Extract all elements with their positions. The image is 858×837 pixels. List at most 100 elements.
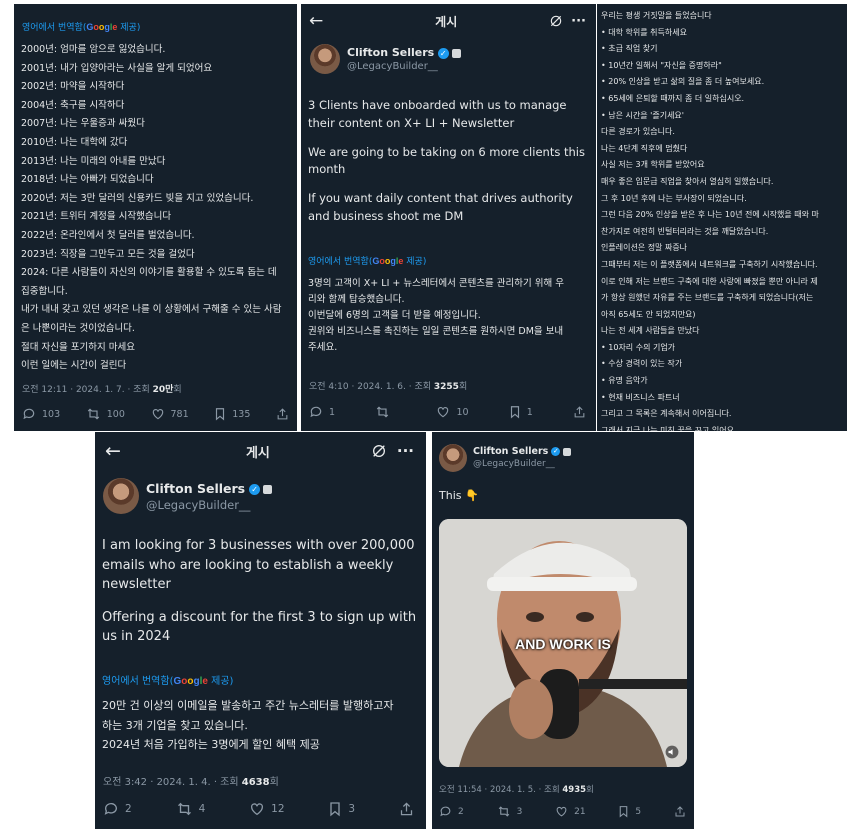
text-line: • 수상 경력이 있는 작가 <box>601 359 683 369</box>
repost-button[interactable] <box>375 405 396 419</box>
text-line: 집중합니다. <box>21 285 68 297</box>
tweet-body: 3 Clients have onboarded with us to mana… <box>308 97 585 226</box>
tweet-actions: 2 3 21 5 <box>439 805 686 818</box>
share-button[interactable] <box>674 805 686 818</box>
author-name[interactable]: Clifton Sellers ✓ <box>473 446 572 457</box>
text-line: • 10자리 수의 기업가 <box>601 342 676 352</box>
text-line: 우리는 평생 거짓말을 들었습니다 <box>601 11 712 20</box>
google-logo: Google <box>372 256 404 266</box>
tweet-panel-newsletter: ← 게시 ··· Clifton Sellers ✓ @LegacyBuilde… <box>95 432 426 829</box>
text-line: 아직 65세도 안 되었지만요) <box>601 309 696 319</box>
text-line: 3명의 고객이 X+ LI + 뉴스레터에서 콘텐츠를 관리하기 위해 우 <box>308 278 565 289</box>
share-button[interactable] <box>399 801 414 817</box>
text-line <box>308 179 585 191</box>
avatar[interactable] <box>310 44 340 74</box>
author-name[interactable]: Clifton Sellers ✓ <box>146 481 273 496</box>
avatar[interactable] <box>439 444 467 472</box>
verified-badge-icon: ✓ <box>551 447 561 456</box>
tweet-meta: 오전 12:11 · 2024. 1. 7. · 조회 20만회 <box>22 385 182 395</box>
share-icon <box>574 406 585 418</box>
bookmark-button[interactable]: 1 <box>509 405 533 419</box>
bookmark-icon <box>620 806 628 818</box>
repost-icon <box>377 406 389 418</box>
share-icon <box>277 408 288 420</box>
text-line: 2007년: 나는 우울증과 싸웠다 <box>21 118 145 130</box>
tweet-actions: 2 4 12 3 <box>103 801 414 817</box>
text-line <box>308 132 585 144</box>
text-line: 그런 다음 20% 인상을 받은 후 나는 10년 전에 시작했을 때와 마 <box>601 210 819 220</box>
text-line: 2013년: 나는 미래의 아내를 만났다 <box>21 155 166 167</box>
text-line: 그리고 그 목록은 계속해서 이어집니다. <box>601 409 732 419</box>
text-line: and business shoot me DM <box>308 208 464 223</box>
bookmark-icon <box>330 802 341 817</box>
text-line: 리와 함께 탑승했습니다. <box>308 294 405 305</box>
reply-icon <box>23 408 35 420</box>
heart-icon <box>251 803 264 816</box>
share-button[interactable] <box>276 407 289 421</box>
affiliate-badge-icon <box>263 485 273 494</box>
text-line: If you want daily content that drives au… <box>308 191 573 206</box>
text-line: 2018년: 나는 아빠가 되었습니다 <box>21 174 154 186</box>
repost-button[interactable]: 3 <box>497 805 522 818</box>
text-line: month <box>308 162 346 177</box>
author-handle[interactable]: @LegacyBuilder__ <box>347 61 438 72</box>
text-line: 나는 4단계 직후에 멈췄다 <box>601 143 688 153</box>
reply-icon <box>310 406 322 418</box>
reply-button[interactable]: 2 <box>103 801 132 817</box>
reply-button[interactable]: 103 <box>22 407 60 421</box>
text-line: • 65세에 은퇴할 때까지 좀 더 일하십시오. <box>601 93 745 103</box>
bookmark-button[interactable]: 5 <box>618 805 641 818</box>
text-line: 그래서 지금 나는 미친 꿈을 꾸고 있어요 <box>601 425 735 431</box>
avatar[interactable] <box>103 478 139 514</box>
text-line: 내가 내내 갖고 있던 생각은 나를 이 상황에서 구해줄 수 있는 사람 <box>21 304 282 316</box>
author-name[interactable]: Clifton Sellers ✓ <box>347 46 461 59</box>
reply-button[interactable]: 2 <box>439 805 464 818</box>
video-player[interactable]: AND WORK IS <box>439 519 687 767</box>
tweet-actions: 1 10 1 <box>309 405 586 419</box>
text-line: their content on X+ LI + Newsletter <box>308 115 515 130</box>
more-icon[interactable]: ··· <box>397 442 414 460</box>
author-handle[interactable]: @LegacyBuilder__ <box>473 459 555 469</box>
volume-icon[interactable] <box>665 745 679 759</box>
repost-button[interactable]: 4 <box>176 801 205 817</box>
text-line: • 10년간 일해서 "자신을 증명하라" <box>601 60 722 70</box>
post-header: ← 게시 ··· <box>309 11 586 31</box>
share-icon <box>675 806 685 817</box>
tweet-panel-timeline: 영어에서 번역함(Google 제공) 2000년: 엄마를 암으로 잃었습니다… <box>14 4 297 431</box>
like-button[interactable]: 781 <box>151 407 189 421</box>
grok-icon[interactable] <box>371 443 387 459</box>
translated-body: 3명의 고객이 X+ LI + 뉴스레터에서 콘텐츠를 관리하기 위해 우리와 … <box>308 276 564 356</box>
reply-icon <box>440 806 451 817</box>
share-button[interactable] <box>573 405 586 419</box>
tweet-panel-clients: ← 게시 ··· Clifton Sellers ✓ @LegacyBuilde… <box>301 4 596 431</box>
text-line: • 남은 시간을 '즐기세요' <box>601 110 684 120</box>
translation-label[interactable]: 영어에서 번역함(Google 제공) <box>22 20 140 33</box>
text-line: 매우 좋은 입문급 직업을 찾아서 열심히 일했습니다. <box>601 176 774 186</box>
repost-icon <box>87 408 99 420</box>
bookmark-button[interactable]: 3 <box>328 801 355 817</box>
reply-button[interactable]: 1 <box>309 405 335 419</box>
like-button[interactable]: 10 <box>436 405 469 419</box>
like-button[interactable]: 12 <box>249 801 285 817</box>
like-button[interactable]: 21 <box>555 805 586 818</box>
back-arrow-icon[interactable]: ← <box>309 11 323 31</box>
text-line: 주세요. <box>308 342 338 353</box>
verified-badge-icon: ✓ <box>437 47 449 59</box>
grok-icon[interactable] <box>549 14 563 28</box>
text-line: 인플레이션은 정말 짜증나 <box>601 243 688 253</box>
text-line: 2001년: 내가 입양아라는 사실을 알게 되었어요 <box>21 62 213 74</box>
affiliate-badge-icon <box>563 447 572 456</box>
translation-label[interactable]: 영어에서 번역함(Google 제공) <box>308 254 426 267</box>
more-icon[interactable]: ··· <box>571 14 586 29</box>
bookmark-button[interactable]: 135 <box>214 407 250 421</box>
text-line: 가 항상 원했던 자유를 주는 브랜드를 구축하게 되었습니다(저는 <box>601 293 814 303</box>
text-line: 은 나뿐이라는 것이었습니다. <box>21 322 135 334</box>
share-icon <box>400 802 413 816</box>
back-arrow-icon[interactable]: ← <box>105 440 121 462</box>
author-handle[interactable]: @LegacyBuilder__ <box>146 498 250 512</box>
text-line: 2020년: 저는 3만 달러의 신용카드 빚을 지고 있었습니다. <box>21 192 254 204</box>
translation-label[interactable]: 영어에서 번역함(Google 제공) <box>102 672 233 687</box>
repost-button[interactable]: 100 <box>86 407 125 421</box>
text-line: 그때부터 저는 이 플랫폼에서 네트워크를 구축하기 시작했습니다. <box>601 259 818 269</box>
text-line: emails who are looking to establish a we… <box>102 557 394 573</box>
